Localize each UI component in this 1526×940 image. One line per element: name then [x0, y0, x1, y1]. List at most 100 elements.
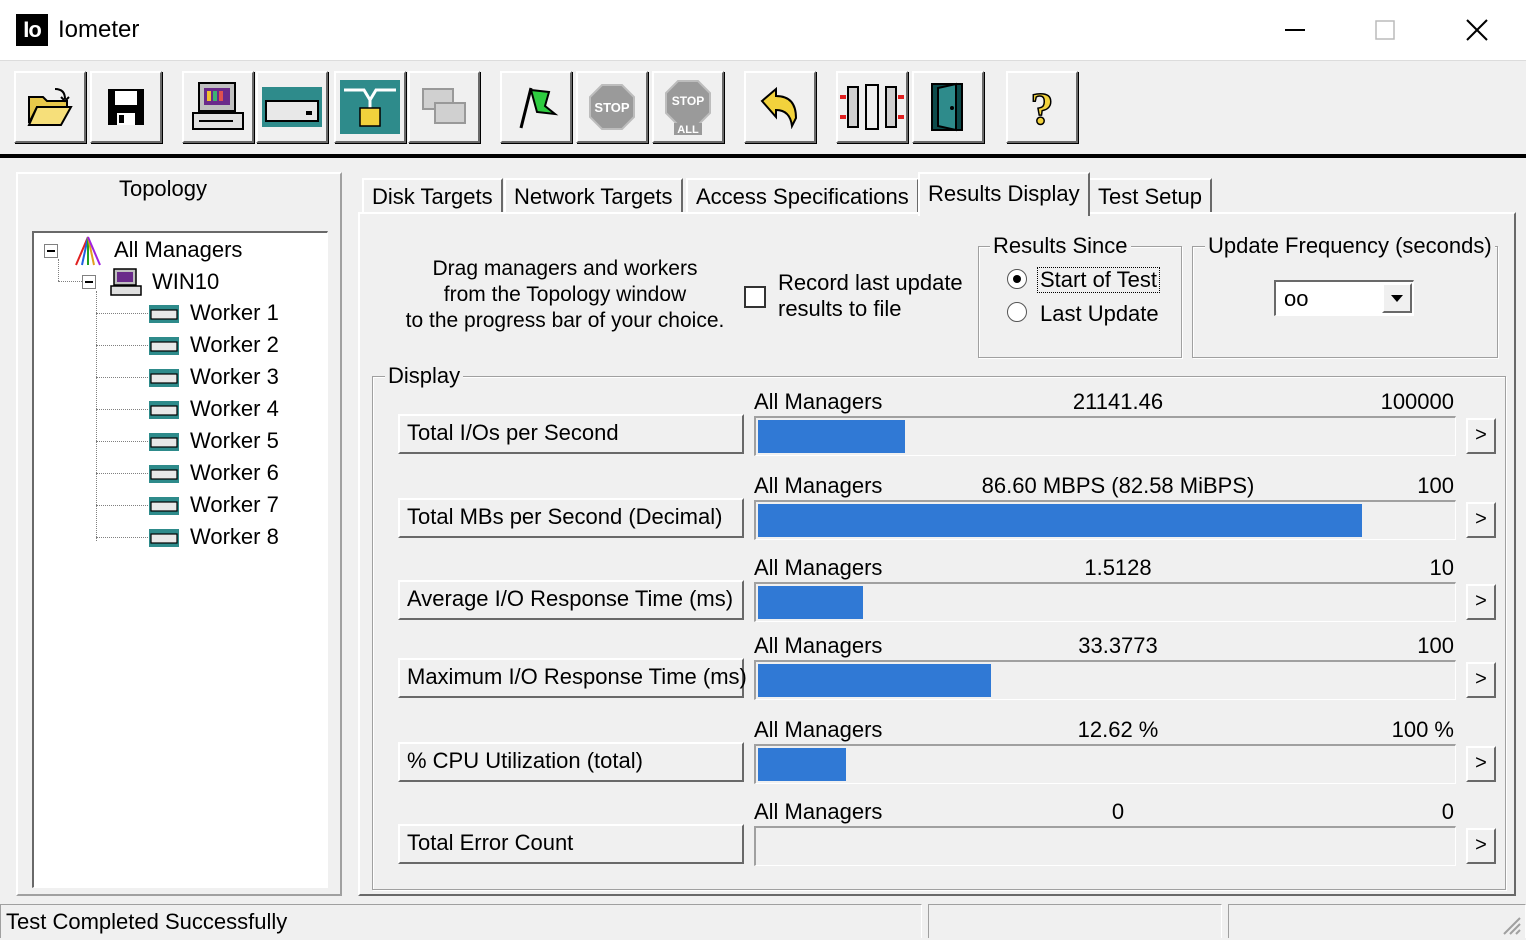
folder-open-icon [27, 88, 73, 126]
worker-disk-icon [149, 433, 179, 451]
maximize-icon [1375, 20, 1395, 40]
metric-select-button[interactable]: Total MBs per Second (Decimal) [398, 498, 744, 538]
record-label-line: Record last update [778, 270, 963, 295]
start-disk-worker-button[interactable] [256, 71, 328, 143]
close-button[interactable] [1432, 0, 1522, 60]
metric-value: 1.5128 [1084, 555, 1152, 580]
metric-select-button[interactable]: Average I/O Response Time (ms) [398, 580, 744, 620]
metric-value: 86.60 MBPS (82.58 MiBPS) [981, 473, 1255, 498]
record-label-line: results to file [778, 296, 902, 321]
more-details-button[interactable]: > [1466, 746, 1496, 782]
tree-line [58, 259, 59, 281]
metric-select-button[interactable]: Total I/Os per Second [398, 414, 744, 454]
progress-bar[interactable] [754, 582, 1456, 622]
topology-tree[interactable]: All Managers WIN10 Worker 1 Worker 2 Worke… [32, 231, 328, 888]
more-details-button[interactable]: > [1466, 418, 1496, 454]
radio-start-of-test-label[interactable]: Start of Test [1037, 267, 1160, 293]
radio-last-update-label[interactable]: Last Update [1040, 302, 1159, 326]
disconnect-icon [840, 84, 904, 130]
more-details-button[interactable]: > [1466, 502, 1496, 538]
more-details-button[interactable]: > [1466, 828, 1496, 864]
record-results-checkbox[interactable] [744, 286, 766, 308]
update-frequency-value: oo [1284, 286, 1309, 311]
stop-test-button[interactable]: STOP [576, 71, 648, 143]
metric-max: 100 % [1391, 717, 1454, 742]
tree-item-worker[interactable]: Worker 1 [190, 299, 279, 327]
start-manager-button[interactable] [182, 71, 254, 143]
tree-item-worker[interactable]: Worker 4 [190, 395, 279, 423]
app-icon: Io [16, 14, 48, 46]
metric-select-button[interactable]: Maximum I/O Response Time (ms) [398, 658, 747, 698]
progress-bar-fill [758, 504, 1362, 537]
computer-icon [192, 82, 244, 130]
window-title: Iometer [58, 16, 140, 43]
reset-workers-button[interactable] [744, 71, 816, 143]
progress-bar-fill [758, 586, 863, 619]
save-config-button[interactable] [90, 71, 162, 143]
tab-results-display[interactable]: Results Display [918, 172, 1090, 216]
metric-target-label: All Managers [754, 633, 883, 658]
tree-item-all-managers[interactable]: All Managers [114, 236, 242, 264]
tree-line [96, 313, 148, 314]
metric-max: 10 [1429, 555, 1454, 580]
metric-value: 0 [1111, 799, 1125, 824]
metric-max: 100 [1417, 473, 1454, 498]
metric-select-button[interactable]: Total Error Count [398, 824, 744, 864]
tab-network-targets[interactable]: Network Targets [504, 178, 683, 212]
more-details-button[interactable]: > [1466, 662, 1496, 698]
metric-max: 100 [1417, 633, 1454, 658]
progress-bar[interactable] [754, 826, 1456, 866]
tree-item-worker[interactable]: Worker 6 [190, 459, 279, 487]
stop-all-button[interactable]: STOP ALL [652, 71, 724, 143]
tree-item-worker[interactable]: Worker 5 [190, 427, 279, 455]
metric-select-button[interactable]: % CPU Utilization (total) [398, 742, 744, 782]
open-config-button[interactable] [14, 71, 86, 143]
worker-disk-icon [149, 401, 179, 419]
close-icon [1466, 19, 1488, 41]
tree-item-worker[interactable]: Worker 3 [190, 363, 279, 391]
tab-test-setup[interactable]: Test Setup [1088, 178, 1212, 212]
tree-item-worker[interactable]: Worker 7 [190, 491, 279, 519]
tab-disk-targets[interactable]: Disk Targets [362, 178, 503, 212]
progress-bar-fill [758, 420, 905, 453]
more-details-button[interactable]: > [1466, 584, 1496, 620]
start-network-worker-button[interactable] [334, 71, 406, 143]
progress-bar[interactable] [754, 416, 1456, 456]
tree-line [96, 345, 148, 346]
duplicate-worker-button[interactable] [408, 71, 480, 143]
minimize-button[interactable] [1250, 0, 1340, 60]
update-frequency-select[interactable]: oo [1274, 280, 1414, 316]
metric-target-label: All Managers [754, 389, 883, 414]
tree-item-worker[interactable]: Worker 8 [190, 523, 279, 551]
tree-item-worker[interactable]: Worker 2 [190, 331, 279, 359]
disconnect-workers-button[interactable] [836, 71, 908, 143]
help-button[interactable]: ? [1006, 71, 1078, 143]
start-tests-button[interactable] [500, 71, 572, 143]
metric-target-label: All Managers [754, 555, 883, 580]
progress-bar[interactable] [754, 500, 1456, 540]
all-managers-expander[interactable] [44, 244, 58, 258]
reset-arrow-icon [760, 86, 798, 129]
hint-line: from the Topology window [443, 283, 687, 306]
tree-line [96, 537, 148, 538]
progress-bar[interactable] [754, 660, 1456, 700]
radio-last-update[interactable] [1007, 302, 1027, 322]
dropdown-button[interactable] [1382, 283, 1412, 313]
question-mark-icon: ? [1030, 82, 1055, 132]
progress-bar-fill [758, 748, 846, 781]
hint-line: to the progress bar of your choice. [405, 309, 725, 332]
exit-button[interactable] [912, 71, 984, 143]
status-text: Test Completed Successfully [6, 909, 288, 934]
metric-value: 33.3773 [1078, 633, 1158, 658]
tree-item-manager[interactable]: WIN10 [152, 268, 219, 296]
display-title: Display [385, 364, 464, 388]
metric-max: 100000 [1380, 389, 1454, 414]
manager-expander[interactable] [82, 275, 96, 289]
tree-line [96, 473, 148, 474]
radio-start-of-test[interactable] [1007, 269, 1027, 289]
tab-access-specifications[interactable]: Access Specifications [686, 178, 919, 212]
metric-value: 21141.46 [1072, 389, 1164, 414]
maximize-button[interactable] [1340, 0, 1430, 60]
progress-bar[interactable] [754, 744, 1456, 784]
resize-grip-icon[interactable] [1500, 914, 1522, 936]
